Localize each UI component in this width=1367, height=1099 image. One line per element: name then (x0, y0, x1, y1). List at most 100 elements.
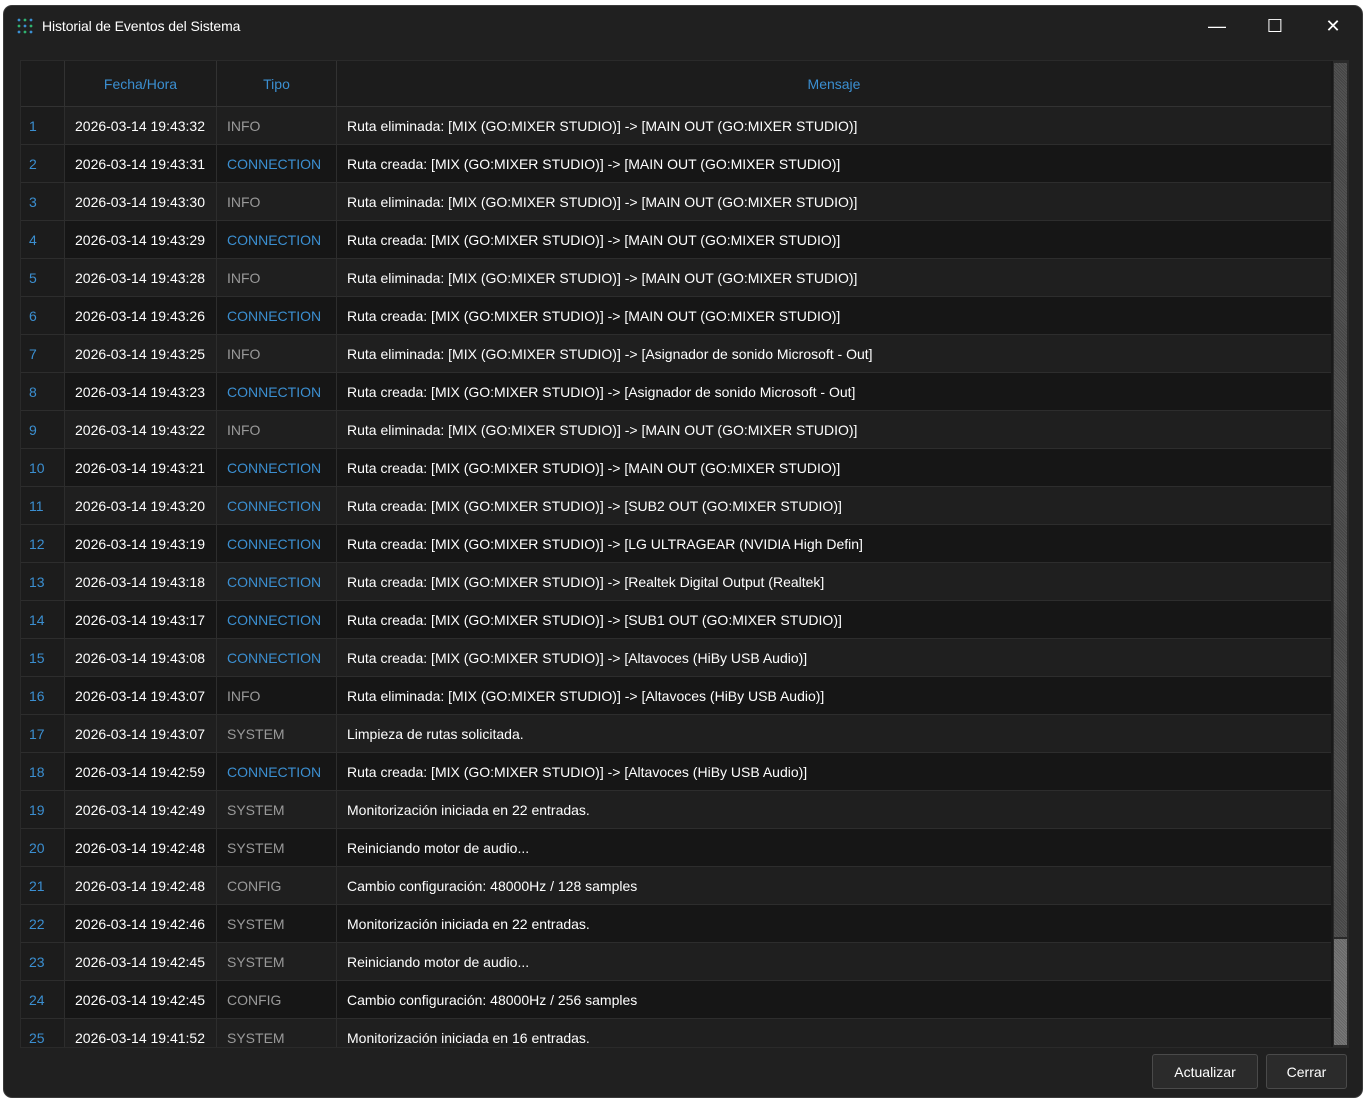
row-number: 18 (21, 753, 65, 790)
row-number: 13 (21, 563, 65, 600)
cell-message: Ruta eliminada: [MIX (GO:MIXER STUDIO)] … (347, 269, 858, 286)
cell-type: CONNECTION (217, 525, 337, 562)
cell-message: Ruta creada: [MIX (GO:MIXER STUDIO)] -> … (347, 383, 856, 400)
cell-message: Reiniciando motor de audio... (347, 839, 530, 856)
cell-datetime: 2026-03-14 19:43:08 (65, 639, 217, 676)
cell-type: CONNECTION (217, 449, 337, 486)
table-header: Fecha/Hora Tipo Mensaje (21, 61, 1331, 107)
minimize-button[interactable]: — (1188, 6, 1246, 46)
cell-datetime: 2026-03-14 19:43:07 (65, 715, 217, 752)
table-row[interactable]: 4 2026-03-14 19:43:29 CONNECTION Ruta cread… (21, 221, 1331, 259)
row-number: 14 (21, 601, 65, 638)
table-row[interactable]: 1 2026-03-14 19:43:32 INFO Ruta eliminada: … (21, 107, 1331, 145)
row-number: 25 (21, 1019, 65, 1047)
table-row[interactable]: 21 2026-03-14 19:42:48 CONFIG Cambio config… (21, 867, 1331, 905)
table-row[interactable]: 24 2026-03-14 19:42:45 CONFIG Cambio config… (21, 981, 1331, 1019)
row-number: 16 (21, 677, 65, 714)
table-row[interactable]: 12 2026-03-14 19:43:19 CONNECTION Ruta crea… (21, 525, 1331, 563)
table-row[interactable]: 11 2026-03-14 19:43:20 CONNECTION Ruta crea… (21, 487, 1331, 525)
cell-message: Ruta creada: [MIX (GO:MIXER STUDIO)] -> … (347, 611, 842, 628)
table-row[interactable]: 23 2026-03-14 19:42:45 SYSTEM Reiniciando m… (21, 943, 1331, 981)
cell-datetime: 2026-03-14 19:43:17 (65, 601, 217, 638)
cell-message: Ruta eliminada: [MIX (GO:MIXER STUDIO)] … (347, 687, 825, 704)
table-row[interactable]: 2 2026-03-14 19:43:31 CONNECTION Ruta cread… (21, 145, 1331, 183)
cell-type: CONNECTION (217, 297, 337, 334)
cell-type: CONNECTION (217, 221, 337, 258)
cell-type: CONNECTION (217, 487, 337, 524)
row-number: 17 (21, 715, 65, 752)
event-history-window: Historial de Eventos del Sistema — ☐ ✕ F… (4, 6, 1362, 1097)
close-button[interactable]: Cerrar (1266, 1054, 1347, 1089)
row-number: 19 (21, 791, 65, 828)
table-row[interactable]: 13 2026-03-14 19:43:18 CONNECTION Ruta crea… (21, 563, 1331, 601)
table-row[interactable]: 9 2026-03-14 19:43:22 INFO Ruta eliminada: … (21, 411, 1331, 449)
cell-message: Ruta creada: [MIX (GO:MIXER STUDIO)] -> … (347, 459, 841, 476)
cell-message: Monitorización iniciada en 22 entradas. (347, 915, 590, 932)
cell-message: Reiniciando motor de audio... (347, 953, 530, 970)
window-controls: — ☐ ✕ (1188, 6, 1362, 46)
cell-message: Ruta creada: [MIX (GO:MIXER STUDIO)] -> … (347, 307, 841, 324)
cell-message: Ruta eliminada: [MIX (GO:MIXER STUDIO)] … (347, 117, 858, 134)
cell-datetime: 2026-03-14 19:42:45 (65, 943, 217, 980)
table-row[interactable]: 8 2026-03-14 19:43:23 CONNECTION Ruta cread… (21, 373, 1331, 411)
row-number: 10 (21, 449, 65, 486)
table-row[interactable]: 22 2026-03-14 19:42:46 SYSTEM Monitorizació… (21, 905, 1331, 943)
table-row[interactable]: 16 2026-03-14 19:43:07 INFO Ruta eliminada:… (21, 677, 1331, 715)
table-row[interactable]: 15 2026-03-14 19:43:08 CONNECTION Ruta crea… (21, 639, 1331, 677)
cell-datetime: 2026-03-14 19:42:48 (65, 867, 217, 904)
row-number: 24 (21, 981, 65, 1018)
cell-datetime: 2026-03-14 19:42:46 (65, 905, 217, 942)
cell-datetime: 2026-03-14 19:43:30 (65, 183, 217, 220)
column-header-date[interactable]: Fecha/Hora (65, 61, 217, 106)
table-row[interactable]: 6 2026-03-14 19:43:26 CONNECTION Ruta cread… (21, 297, 1331, 335)
table-row[interactable]: 10 2026-03-14 19:43:21 CONNECTION Ruta crea… (21, 449, 1331, 487)
cell-datetime: 2026-03-14 19:43:31 (65, 145, 217, 182)
cell-type: INFO (217, 183, 337, 220)
cell-type: SYSTEM (217, 791, 337, 828)
table-row[interactable]: 14 2026-03-14 19:43:17 CONNECTION Ruta crea… (21, 601, 1331, 639)
table-row[interactable]: 17 2026-03-14 19:43:07 SYSTEM Limpieza de r… (21, 715, 1331, 753)
cell-type: CONFIG (217, 981, 337, 1018)
cell-datetime: 2026-03-14 19:41:52 (65, 1019, 217, 1047)
cell-type: CONNECTION (217, 373, 337, 410)
table-row[interactable]: 25 2026-03-14 19:41:52 SYSTEM Monitorizació… (21, 1019, 1331, 1047)
row-header-corner (21, 61, 65, 106)
cell-datetime: 2026-03-14 19:43:21 (65, 449, 217, 486)
cell-datetime: 2026-03-14 19:43:32 (65, 107, 217, 144)
table-row[interactable]: 19 2026-03-14 19:42:49 SYSTEM Monitorizació… (21, 791, 1331, 829)
cell-type: INFO (217, 335, 337, 372)
cell-datetime: 2026-03-14 19:42:59 (65, 753, 217, 790)
cell-type: INFO (217, 259, 337, 296)
cell-message: Ruta creada: [MIX (GO:MIXER STUDIO)] -> … (347, 231, 841, 248)
refresh-button[interactable]: Actualizar (1152, 1054, 1258, 1089)
table-row[interactable]: 7 2026-03-14 19:43:25 INFO Ruta eliminada: … (21, 335, 1331, 373)
cell-type: SYSTEM (217, 715, 337, 752)
cell-type: CONNECTION (217, 601, 337, 638)
cell-type: INFO (217, 107, 337, 144)
cell-datetime: 2026-03-14 19:43:28 (65, 259, 217, 296)
app-grid-icon (17, 18, 33, 34)
cell-message: Ruta eliminada: [MIX (GO:MIXER STUDIO)] … (347, 193, 858, 210)
column-header-type[interactable]: Tipo (217, 61, 337, 106)
row-number: 8 (21, 373, 65, 410)
cell-message: Ruta creada: [MIX (GO:MIXER STUDIO)] -> … (347, 497, 842, 514)
scrollbar-thumb[interactable] (1334, 63, 1347, 937)
cell-datetime: 2026-03-14 19:43:19 (65, 525, 217, 562)
table-row[interactable]: 20 2026-03-14 19:42:48 SYSTEM Reiniciando m… (21, 829, 1331, 867)
events-table[interactable]: Fecha/Hora Tipo Mensaje 1 2026-03-14 19:4… (20, 60, 1349, 1048)
table-row[interactable]: 5 2026-03-14 19:43:28 INFO Ruta eliminada: … (21, 259, 1331, 297)
title-bar[interactable]: Historial de Eventos del Sistema — ☐ ✕ (4, 6, 1362, 46)
table-row[interactable]: 3 2026-03-14 19:43:30 INFO Ruta eliminada: … (21, 183, 1331, 221)
cell-datetime: 2026-03-14 19:43:22 (65, 411, 217, 448)
column-header-message[interactable]: Mensaje (337, 61, 1331, 106)
close-window-button[interactable]: ✕ (1304, 6, 1362, 46)
cell-message: Ruta eliminada: [MIX (GO:MIXER STUDIO)] … (347, 421, 858, 438)
row-number: 3 (21, 183, 65, 220)
vertical-scrollbar[interactable] (1333, 61, 1348, 1047)
scrollbar-track[interactable] (1334, 939, 1347, 1045)
cell-datetime: 2026-03-14 19:42:45 (65, 981, 217, 1018)
cell-datetime: 2026-03-14 19:43:25 (65, 335, 217, 372)
table-row[interactable]: 18 2026-03-14 19:42:59 CONNECTION Ruta crea… (21, 753, 1331, 791)
maximize-button[interactable]: ☐ (1246, 6, 1304, 46)
cell-message: Ruta creada: [MIX (GO:MIXER STUDIO)] -> … (347, 155, 841, 172)
